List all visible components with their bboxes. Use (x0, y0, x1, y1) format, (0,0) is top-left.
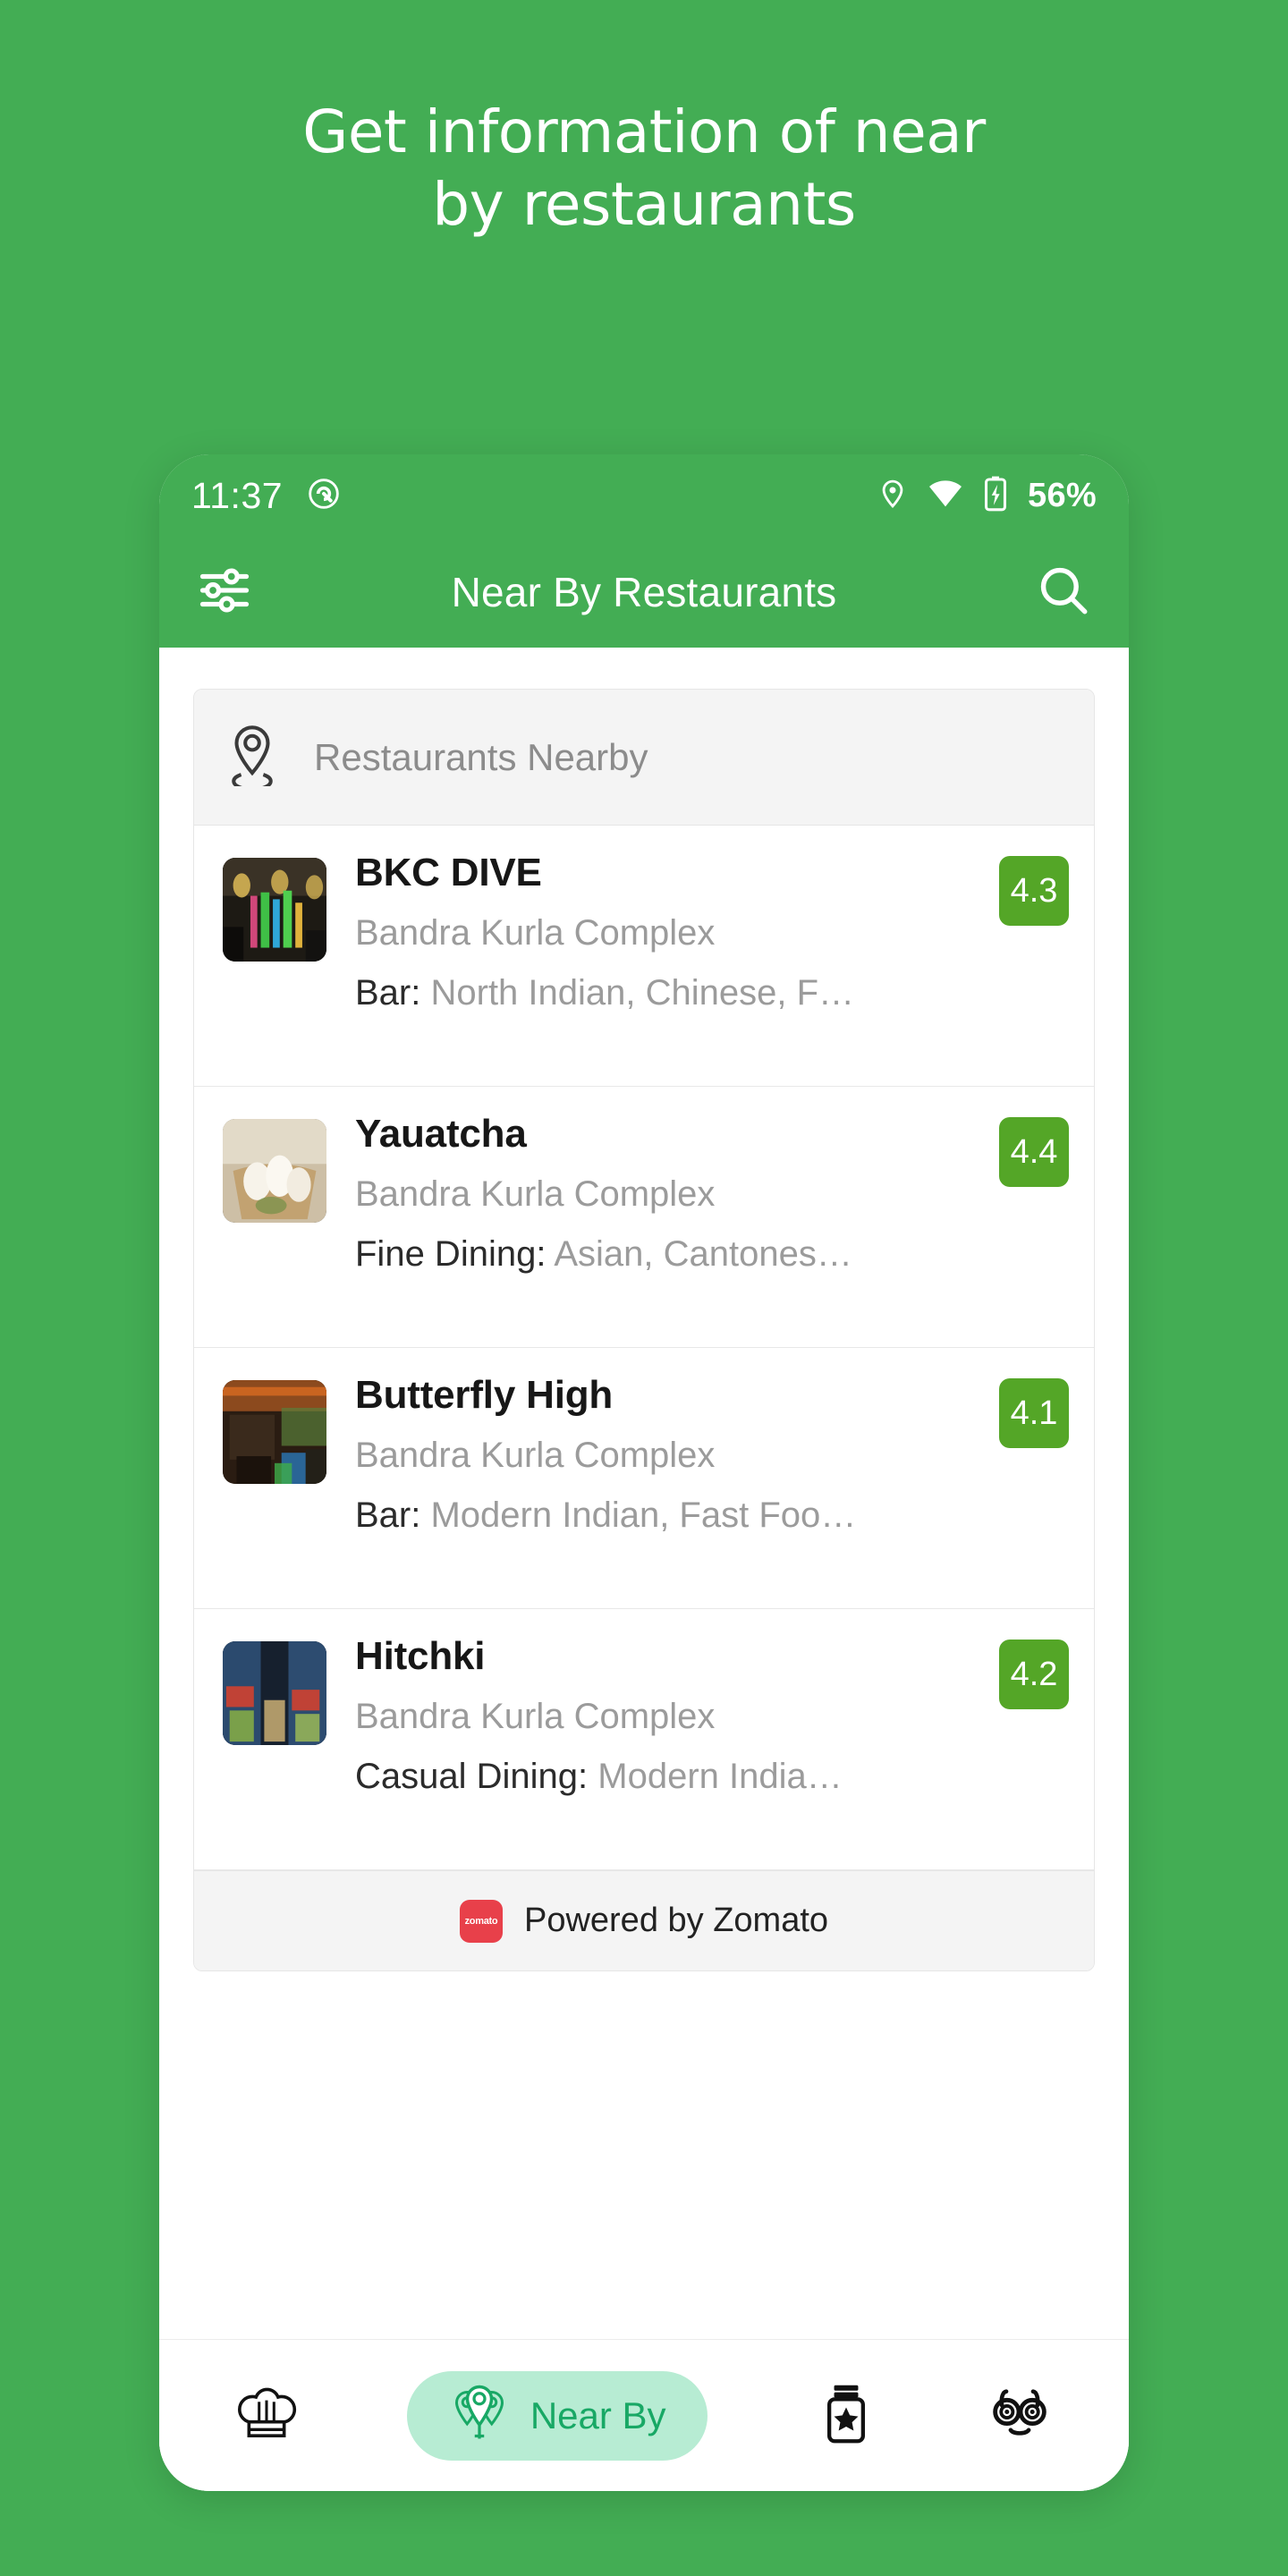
rating-badge: 4.4 (999, 1117, 1069, 1187)
android-q-icon (306, 476, 342, 516)
restaurant-cuisines: Fine Dining: Asian, Cantones… (355, 1234, 985, 1275)
phone-frame: 11:37 56% Near By Restaurants Restaurant… (159, 454, 1129, 2491)
app-bar-title: Near By Restaurants (451, 569, 837, 615)
promo-screenshot: Get information of near by restaurants 1… (0, 0, 1288, 2576)
restaurant-cuisine-list: Modern Indian, Fast Foo… (430, 1496, 857, 1535)
status-bar-time: 11:37 (191, 474, 284, 516)
restaurant-name: Butterfly High (355, 1373, 614, 1417)
chef-hat-icon (234, 2381, 299, 2450)
location-pin-icon (223, 724, 282, 792)
restaurant-cuisine-list: Modern India… (597, 1757, 843, 1796)
restaurant-category: Bar: (355, 973, 421, 1013)
restaurant-cuisines: Casual Dining: Modern India… (355, 1757, 985, 1797)
tune-filter-icon[interactable] (197, 563, 252, 623)
restaurant-cuisines: Bar: Modern Indian, Fast Foo… (355, 1496, 985, 1536)
restaurant-location: Bandra Kurla Complex (355, 913, 716, 953)
nav-label-near-by: Near By (530, 2394, 666, 2436)
near-by-pins-icon (448, 2382, 511, 2449)
list-header-label: Restaurants Nearby (314, 735, 648, 778)
nav-item-recipes[interactable] (234, 2371, 299, 2461)
bottom-navigation: Near By (159, 2339, 1129, 2491)
restaurant-category: Bar: (355, 1496, 421, 1535)
glasses-face-icon (986, 2379, 1054, 2452)
battery-percent-label: 56% (1028, 476, 1097, 514)
restaurant-name: BKC DIVE (355, 851, 542, 894)
battery-charging-icon (983, 476, 1008, 516)
restaurant-location: Bandra Kurla Complex (355, 1436, 716, 1475)
restaurant-location: Bandra Kurla Complex (355, 1697, 716, 1736)
rating-badge: 4.2 (999, 1640, 1069, 1709)
restaurant-thumbnail (223, 1380, 326, 1484)
nav-item-near-by[interactable]: Near By (406, 2370, 708, 2461)
jar-star-icon (815, 2382, 877, 2449)
powered-by-label: Powered by Zomato (523, 1902, 829, 1939)
zomato-logo-icon: zomato (459, 1899, 503, 1943)
rating-badge: 4.3 (999, 856, 1069, 926)
restaurant-thumbnail (223, 1641, 326, 1745)
content-area: Restaurants Nearby BKC DIVE Bandra Kurla… (159, 689, 1129, 2491)
restaurants-card: Restaurants Nearby BKC DIVE Bandra Kurla… (193, 689, 1095, 1971)
headline-line-2: by restaurants (432, 169, 856, 239)
nav-item-favourites[interactable] (815, 2371, 877, 2461)
location-pin-icon (877, 477, 908, 515)
restaurant-name: Hitchki (355, 1634, 486, 1678)
headline-line-1: Get information of near (302, 97, 986, 166)
restaurant-thumbnail (223, 1119, 326, 1223)
list-header: Restaurants Nearby (194, 690, 1094, 826)
nav-item-profile[interactable] (986, 2371, 1054, 2461)
restaurant-cuisine-list: Asian, Cantones… (554, 1234, 852, 1274)
table-row[interactable]: Hitchki Bandra Kurla Complex Casual Dini… (194, 1609, 1094, 1870)
wifi-icon (928, 479, 963, 513)
restaurant-category: Casual Dining: (355, 1757, 589, 1796)
app-bar: Near By Restaurants (159, 537, 1129, 648)
restaurant-cuisine-list: North Indian, Chinese, F… (430, 973, 855, 1013)
status-bar: 11:37 56% (159, 454, 1129, 537)
restaurant-location: Bandra Kurla Complex (355, 1174, 716, 1214)
restaurant-thumbnail (223, 858, 326, 962)
search-icon[interactable] (1036, 563, 1091, 623)
table-row[interactable]: BKC DIVE Bandra Kurla Complex Bar: North… (194, 826, 1094, 1087)
restaurant-category: Fine Dining: (355, 1234, 547, 1274)
table-row[interactable]: Butterfly High Bandra Kurla Complex Bar:… (194, 1348, 1094, 1609)
rating-badge: 4.1 (999, 1378, 1069, 1448)
promo-headline: Get information of near by restaurants (0, 97, 1288, 241)
restaurant-name: Yauatcha (355, 1112, 527, 1156)
table-row[interactable]: Yauatcha Bandra Kurla Complex Fine Dinin… (194, 1087, 1094, 1348)
restaurant-cuisines: Bar: North Indian, Chinese, F… (355, 973, 985, 1013)
powered-by-footer: zomato Powered by Zomato (194, 1870, 1094, 1970)
